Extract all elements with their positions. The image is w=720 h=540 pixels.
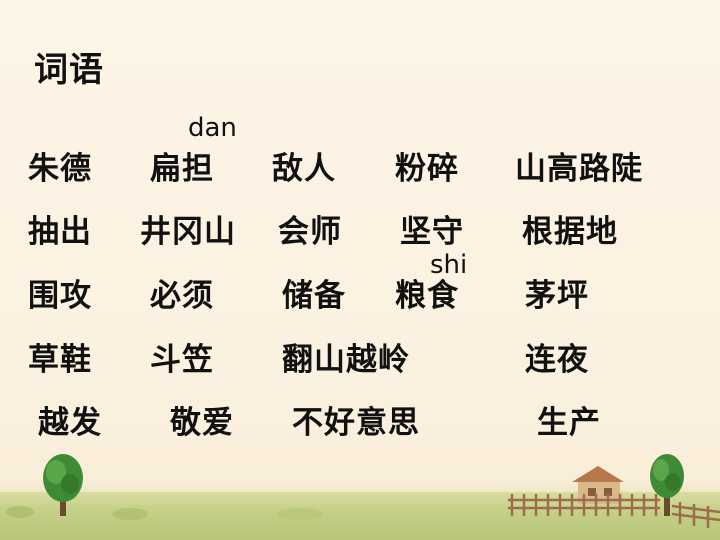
word-douli: 斗笠: [150, 342, 214, 378]
pinyin-dan: dan: [188, 113, 237, 143]
word-liangshi: 粮食: [395, 278, 459, 314]
slide-title: 词语: [34, 50, 104, 90]
word-caoxie: 草鞋: [28, 342, 92, 378]
word-maoping: 茅坪: [525, 278, 589, 314]
scenery-drawing: [6, 454, 720, 528]
word-fensui: 粉碎: [395, 151, 459, 187]
farmhouse-icon: [572, 466, 624, 504]
word-fanshanyueling: 翻山越岭: [282, 342, 410, 378]
word-chubei: 储备: [282, 278, 346, 314]
word-genjudi: 根据地: [522, 214, 618, 250]
tree-icon-left: [43, 454, 83, 516]
word-biandan: 扁担: [150, 151, 214, 187]
word-huishi: 会师: [278, 214, 342, 250]
word-jianshou: 坚守: [400, 214, 464, 250]
fence-icon: [508, 494, 720, 528]
word-jinggangshan: 井冈山: [140, 214, 236, 250]
word-zhude: 朱德: [28, 151, 92, 187]
word-weigong: 围攻: [28, 278, 92, 314]
word-lianye: 连夜: [525, 342, 589, 378]
word-chouchu: 抽出: [28, 214, 92, 250]
word-bixu: 必须: [150, 278, 214, 314]
word-diren: 敌人: [272, 151, 336, 187]
word-shangaoludou: 山高路陡: [515, 151, 643, 187]
bottom-scenery: [0, 430, 720, 540]
